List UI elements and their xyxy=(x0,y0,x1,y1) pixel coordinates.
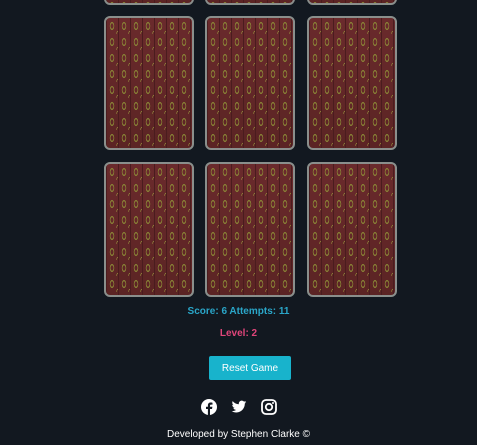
memory-card[interactable] xyxy=(104,16,194,150)
footer-credit: Developed by Stephen Clarke © xyxy=(166,429,310,440)
memory-card[interactable] xyxy=(205,0,295,5)
memory-card[interactable] xyxy=(307,16,397,150)
facebook-icon[interactable] xyxy=(200,399,217,415)
memory-card[interactable] xyxy=(307,162,397,297)
level-text: Level: 2 xyxy=(219,328,258,339)
score-attempts-text: Score: 6 Attempts: 11 xyxy=(187,306,290,317)
memory-card[interactable] xyxy=(104,0,194,5)
memory-card[interactable] xyxy=(205,16,295,150)
memory-card[interactable] xyxy=(307,0,397,5)
instagram-icon[interactable] xyxy=(260,399,277,415)
social-links xyxy=(0,399,477,415)
memory-card[interactable] xyxy=(104,162,194,297)
memory-card[interactable] xyxy=(205,162,295,297)
twitter-icon[interactable] xyxy=(231,399,247,415)
reset-game-button[interactable]: Reset Game xyxy=(209,356,291,380)
card-grid xyxy=(0,0,477,300)
